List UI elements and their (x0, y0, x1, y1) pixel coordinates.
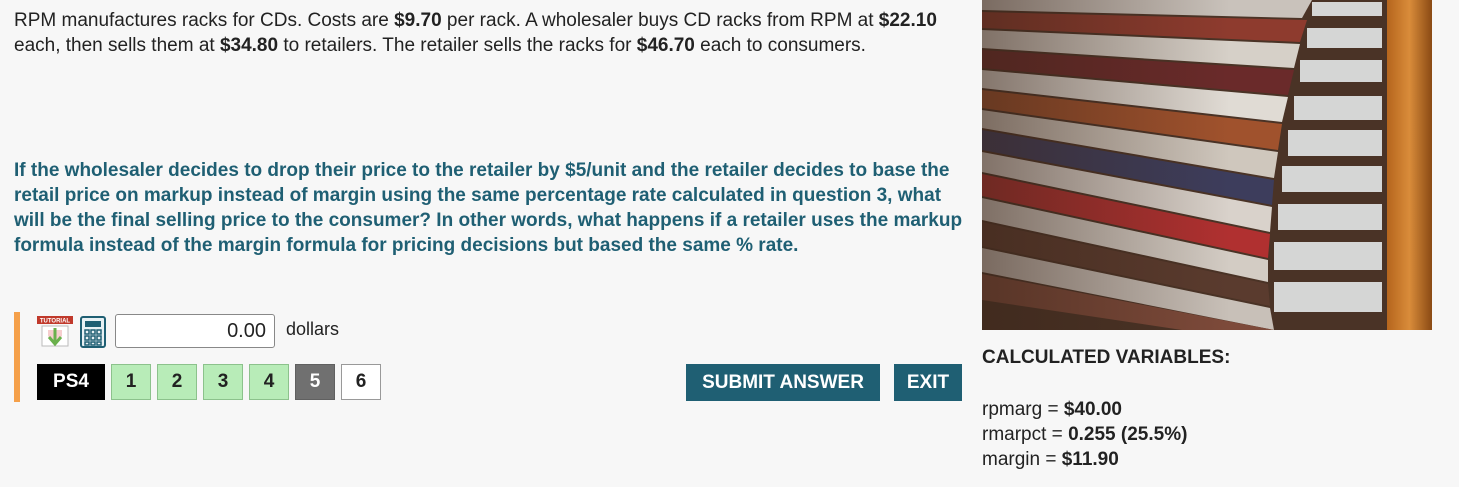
calc-var-name: rpmarg (982, 399, 1043, 420)
part-2-button[interactable]: 2 (157, 364, 197, 400)
intro-text-5: each to consumers. (694, 35, 866, 56)
part-4-button[interactable]: 4 (249, 364, 289, 400)
intro-text-4: to retailers. The retailer sells the rac… (278, 35, 637, 56)
wholesale-cost-value: $22.10 (878, 10, 937, 31)
svg-text:TUTORIAL: TUTORIAL (40, 319, 71, 325)
calc-var-value: $40.00 (1063, 399, 1122, 420)
intro-text-1: RPM manufactures racks for CDs. Costs ar… (14, 10, 395, 31)
cd-rack-photo-drawing (982, 0, 1432, 330)
calculator-icon[interactable] (80, 316, 106, 348)
problem-set-nav: PS4 1 2 3 4 5 6 (37, 364, 381, 400)
cd-rack-photo (982, 0, 1432, 330)
problem-intro: RPM manufactures racks for CDs. Costs ar… (14, 8, 964, 58)
problem-set-label: PS4 (37, 364, 105, 400)
calc-var-name: rmarpct (982, 424, 1047, 445)
part-5-button[interactable]: 5 (295, 364, 335, 400)
calc-var-row: rpmarg = $40.00 (982, 399, 1122, 420)
wholesale-price-value: $34.80 (219, 35, 279, 56)
part-6-button[interactable]: 6 (341, 364, 381, 400)
calc-var-value: 0.255 (25.5%) (1068, 424, 1188, 445)
submit-answer-button[interactable]: SUBMIT ANSWER (686, 364, 880, 401)
calc-var-value: $11.90 (1061, 449, 1119, 470)
calc-var-row: margin = $11.90 (982, 449, 1119, 470)
answer-units: dollars (286, 319, 340, 339)
calc-var-row: rmarpct = 0.255 (25.5%) (982, 424, 1188, 445)
question-text: If the wholesaler decides to drop their … (14, 160, 963, 256)
answer-input[interactable] (115, 314, 275, 348)
calc-var-name: margin (982, 449, 1041, 470)
retail-price-value: $46.70 (636, 35, 695, 56)
calculated-variables-title: CALCULATED VARIABLES: (982, 347, 1231, 368)
intro-text-3: each, then sells them at (14, 35, 220, 56)
exit-button[interactable]: EXIT (894, 364, 962, 401)
answer-accent-bar (14, 312, 20, 402)
intro-text-2: per rack. A wholesaler buys CD racks fro… (441, 10, 879, 31)
cost-value: $9.70 (394, 10, 442, 31)
calculated-variables-list: rpmarg = $40.00 rmarpct = 0.255 (25.5%) … (982, 397, 1187, 472)
part-1-button[interactable]: 1 (111, 364, 151, 400)
part-3-button[interactable]: 3 (203, 364, 243, 400)
tutorial-icon[interactable]: TUTORIAL (36, 314, 74, 352)
